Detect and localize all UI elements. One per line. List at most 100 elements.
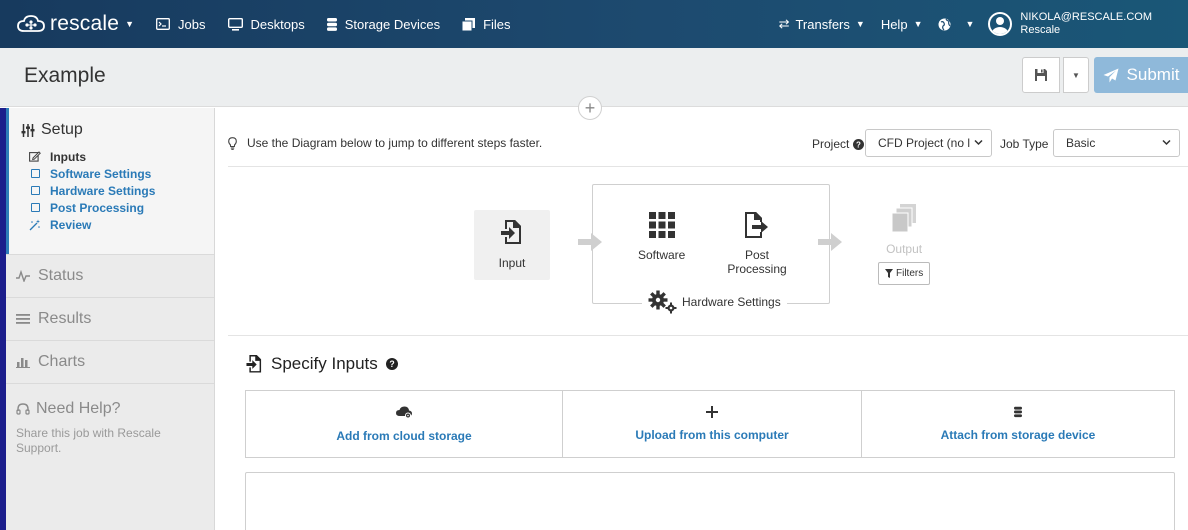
file-import-icon	[501, 220, 521, 244]
cogs-icon	[648, 290, 677, 314]
sidebar-help: Need Help? Share this job with Rescale S…	[6, 383, 214, 456]
option-label: Upload from this computer	[635, 428, 789, 442]
specify-inputs-heading: Specify Inputs ?	[246, 354, 406, 374]
chevron-down-icon: ▼	[125, 19, 135, 29]
submit-label: Submit	[1126, 65, 1180, 84]
divider	[228, 335, 1188, 336]
nav-storage-devices[interactable]: Storage Devices	[326, 17, 440, 32]
diagram-output-node[interactable]: Output Filters	[878, 204, 931, 285]
sidebar-item-status[interactable]: Status	[6, 254, 214, 297]
setup-steps-list: Inputs Software Settings Hardware Settin…	[28, 148, 155, 233]
option-label: Add from cloud storage	[336, 428, 472, 443]
sidebar-setup-section: Setup Inputs Software Settings Hardware …	[6, 108, 214, 254]
job-type-select[interactable]: Basic	[1053, 129, 1180, 157]
sidebar-step-post-processing[interactable]: Post Processing	[28, 199, 155, 216]
add-from-cloud-storage-button[interactable]: Add from cloud storage	[246, 391, 563, 457]
sidebar-setup-tab[interactable]: Setup	[21, 121, 83, 139]
filters-button[interactable]: Filters	[878, 262, 931, 285]
input-files-dropzone[interactable]	[245, 472, 1175, 530]
sidebar-item-charts[interactable]: Charts	[6, 340, 214, 383]
nav-files[interactable]: Files	[462, 16, 511, 32]
question-circle-icon[interactable]: ?	[853, 138, 865, 150]
sidebar-step-inputs[interactable]: Inputs	[28, 148, 155, 165]
chevron-down-icon	[974, 139, 983, 146]
transfers-icon: ⇄	[778, 16, 790, 31]
copy-icon	[892, 204, 917, 232]
submit-button[interactable]: Submit	[1094, 57, 1188, 93]
arrow-right-icon	[818, 233, 842, 251]
rescale-logo-icon	[17, 15, 45, 32]
nav-transfers[interactable]: ⇄ Transfers ▼	[779, 16, 865, 32]
sidebar-status-label: Status	[38, 267, 84, 284]
checkbox-icon	[30, 186, 40, 195]
lightbulb-icon	[228, 136, 237, 150]
plus-icon	[706, 406, 718, 418]
sidebar-step-label: Review	[50, 217, 92, 232]
main-content: + Use the Diagram below to jump to diffe…	[216, 96, 1188, 530]
headset-icon	[16, 402, 30, 415]
user-menu[interactable]: NIKOLA@RESCALE.COM Rescale	[988, 11, 1152, 37]
checkbox-icon	[30, 203, 40, 212]
save-options-dropdown[interactable]: ▼	[1063, 57, 1089, 93]
cloud-icon	[396, 406, 412, 418]
nav-jobs[interactable]: Jobs	[156, 17, 206, 32]
sidebar-step-label: Inputs	[50, 149, 86, 164]
nav-files-label: Files	[483, 16, 511, 32]
add-panel-button[interactable]: +	[578, 96, 602, 120]
specify-inputs-title: Specify Inputs	[271, 354, 378, 373]
software-node-label: Software	[638, 248, 686, 262]
avatar	[988, 12, 1013, 36]
chevron-down-icon: ▼	[913, 19, 923, 29]
magic-icon	[29, 219, 40, 230]
diagram-hardware-label[interactable]: Hardware Settings	[642, 290, 787, 314]
job-type-label: Job Type	[1000, 137, 1049, 151]
nav-desktops-label: Desktops	[250, 16, 305, 32]
need-help-heading[interactable]: Need Help?	[16, 400, 214, 418]
database-icon	[1014, 406, 1022, 418]
sidebar-step-label: Post Processing	[50, 200, 145, 215]
sidebar-results-label: Results	[38, 310, 92, 327]
input-source-options: Add from cloud storage Upload from this …	[245, 390, 1175, 458]
brand-name: rescale	[50, 12, 120, 35]
hint-text: Use the Diagram below to jump to differe…	[247, 136, 543, 150]
grid-icon	[648, 212, 675, 238]
sidebar-step-review[interactable]: Review	[28, 216, 155, 233]
save-button[interactable]	[1022, 57, 1060, 93]
chevron-down-icon: ▼	[1072, 70, 1080, 80]
nav-transfers-label: Transfers	[795, 16, 850, 32]
brand-menu[interactable]: rescale ▼	[16, 12, 134, 36]
database-icon	[326, 17, 337, 31]
project-select[interactable]: CFD Project (no l	[865, 129, 992, 157]
filter-icon	[885, 269, 893, 278]
nav-language[interactable]: ▼	[938, 18, 974, 31]
nav-help[interactable]: Help ▼	[881, 17, 923, 32]
nav-desktops[interactable]: Desktops	[227, 16, 305, 32]
globe-icon	[938, 18, 951, 30]
monitor-icon	[227, 17, 243, 31]
help-description: Share this job with Rescale Support.	[16, 426, 161, 455]
diagram-post-processing-node[interactable]: Post Processing	[724, 212, 790, 276]
nav-help-label: Help	[880, 16, 908, 32]
sidebar-step-hardware-settings[interactable]: Hardware Settings	[28, 182, 155, 199]
diagram-software-node[interactable]: Software	[638, 212, 685, 262]
sidebar-step-label: Software Settings	[50, 166, 152, 181]
edit-icon	[29, 151, 41, 162]
project-label-group: Project ?	[812, 137, 865, 151]
upload-from-computer-button[interactable]: Upload from this computer	[563, 391, 862, 457]
filters-label: Filters	[896, 268, 924, 279]
sidebar-step-software-settings[interactable]: Software Settings	[28, 165, 155, 182]
divider	[228, 166, 1188, 167]
option-label: Attach from storage device	[940, 428, 1096, 442]
files-icon	[462, 17, 476, 31]
question-circle-icon[interactable]: ?	[385, 358, 398, 370]
diagram-hardware-group[interactable]	[592, 184, 830, 304]
job-type-select-value: Basic	[1066, 136, 1096, 150]
page-title[interactable]: Example	[24, 64, 106, 88]
svg-text:?: ?	[389, 359, 394, 369]
post-node-label-line1: Post	[744, 248, 769, 262]
diagram-input-node[interactable]: Input	[474, 210, 550, 280]
need-help-label: Need Help?	[36, 400, 121, 417]
save-icon	[1035, 69, 1047, 81]
sidebar-item-results[interactable]: Results	[6, 297, 214, 340]
attach-from-storage-device-button[interactable]: Attach from storage device	[862, 391, 1174, 457]
